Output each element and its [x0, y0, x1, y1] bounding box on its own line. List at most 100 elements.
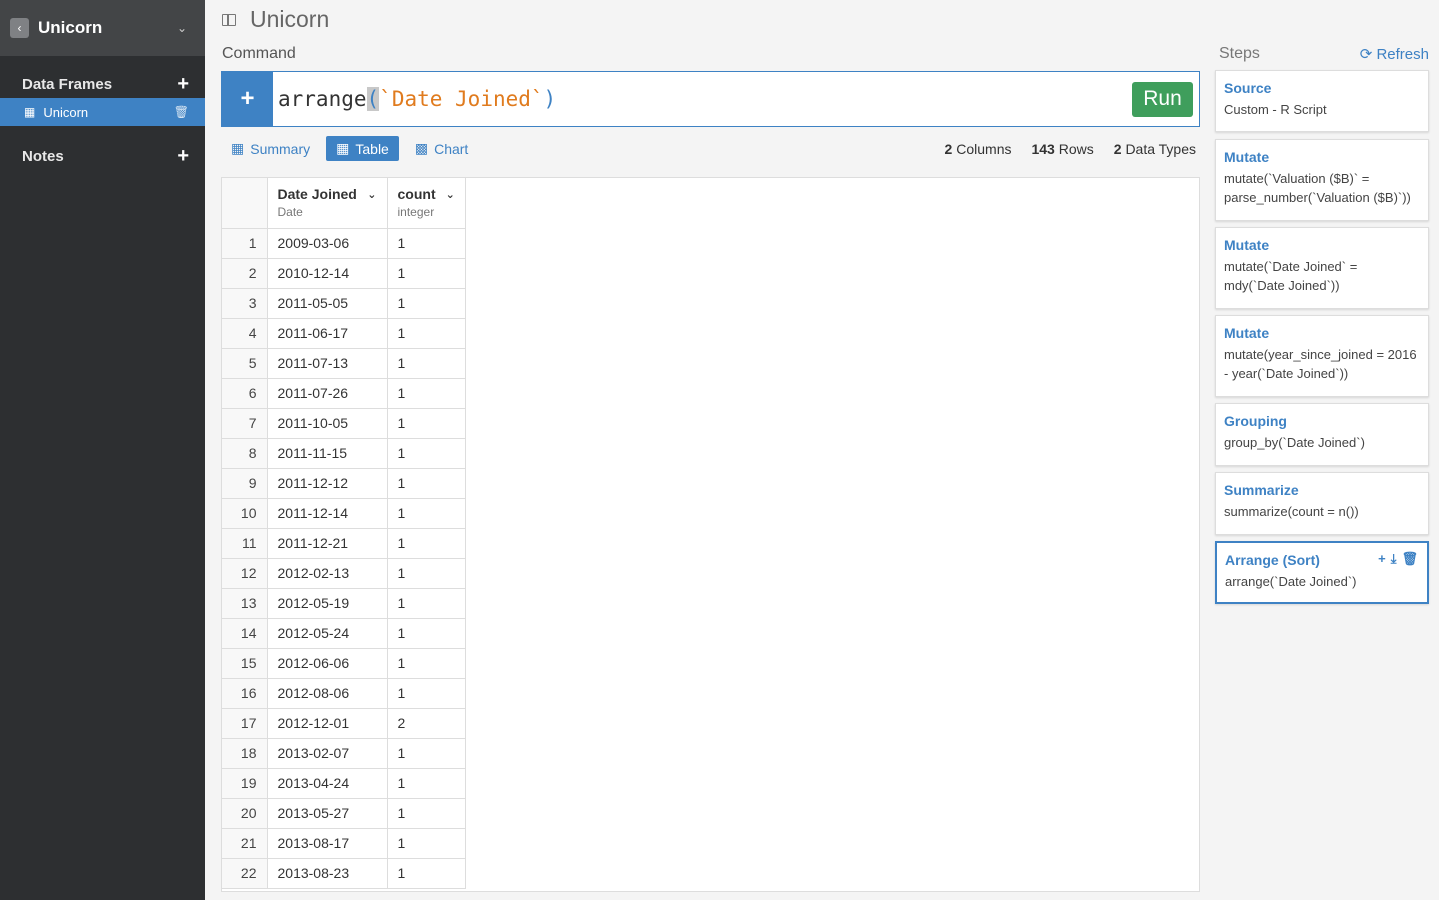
table-cell[interactable]: 1: [387, 408, 465, 438]
table-cell[interactable]: 2011-12-21: [267, 528, 387, 558]
command-bar: + arrange(`Date Joined`) Run: [221, 71, 1200, 127]
table-cell[interactable]: 1: [387, 348, 465, 378]
table-cell[interactable]: 2012-06-06: [267, 648, 387, 678]
table-row: 132012-05-191: [222, 588, 465, 618]
table-cell[interactable]: 1: [387, 798, 465, 828]
column-name: count: [398, 186, 436, 202]
table-cell[interactable]: 1: [387, 558, 465, 588]
table-cell[interactable]: 1: [387, 468, 465, 498]
table-cell[interactable]: 2012-02-13: [267, 558, 387, 588]
table-cell[interactable]: 2: [387, 708, 465, 738]
step-card[interactable]: Mutate mutate(year_since_joined = 2016 -…: [1215, 315, 1429, 397]
step-code: mutate(`Valuation ($B)` = parse_number(`…: [1224, 169, 1420, 207]
command-input[interactable]: arrange(`Date Joined`): [278, 87, 1132, 111]
add-icon[interactable]: +: [1378, 551, 1386, 567]
table-cell[interactable]: 1: [387, 378, 465, 408]
step-card[interactable]: Grouping group_by(`Date Joined`): [1215, 403, 1429, 466]
table-cell[interactable]: 1: [387, 318, 465, 348]
table-cell[interactable]: 1: [387, 228, 465, 258]
table-cell[interactable]: 2012-12-01: [267, 708, 387, 738]
notes-label: Notes: [22, 148, 64, 165]
trash-icon[interactable]: 🗑: [1401, 551, 1418, 567]
table-cell[interactable]: 1: [387, 618, 465, 648]
column-header-date-joined[interactable]: Date Joined⌄ Date: [267, 178, 387, 228]
table-row: 142012-05-241: [222, 618, 465, 648]
row-index: 6: [222, 378, 267, 408]
project-header[interactable]: ‹ Unicorn ⌄: [0, 0, 205, 56]
table-cell[interactable]: 1: [387, 528, 465, 558]
row-index: 5: [222, 348, 267, 378]
table-cell[interactable]: 1: [387, 768, 465, 798]
step-card[interactable]: Mutate mutate(`Valuation ($B)` = parse_n…: [1215, 139, 1429, 221]
table-cell[interactable]: 2013-08-23: [267, 858, 387, 888]
table-cell[interactable]: 2011-12-14: [267, 498, 387, 528]
table-row: 112011-12-211: [222, 528, 465, 558]
step-name: Mutate: [1224, 325, 1420, 341]
add-step-button[interactable]: +: [222, 72, 273, 126]
chevron-down-icon[interactable]: ⌄: [177, 21, 187, 35]
view-tabs: ▦ Summary ▦ Table ▩ Chart: [221, 136, 478, 161]
step-card[interactable]: Summarize summarize(count = n()): [1215, 472, 1429, 535]
table-icon: ▦: [336, 140, 349, 157]
table-cell[interactable]: 2011-07-26: [267, 378, 387, 408]
row-index: 12: [222, 558, 267, 588]
table-cell[interactable]: 2013-02-07: [267, 738, 387, 768]
table-cell[interactable]: 1: [387, 648, 465, 678]
table-cell[interactable]: 2013-08-17: [267, 828, 387, 858]
table-cell[interactable]: 1: [387, 738, 465, 768]
command-label: Command: [222, 45, 296, 63]
table-cell[interactable]: 1: [387, 258, 465, 288]
table-cell[interactable]: 2011-12-12: [267, 468, 387, 498]
page-title: Unicorn: [222, 6, 329, 33]
table-cell[interactable]: 2009-03-06: [267, 228, 387, 258]
table-cell[interactable]: 1: [387, 498, 465, 528]
table-row: 222013-08-231: [222, 858, 465, 888]
back-icon[interactable]: ‹: [10, 18, 29, 38]
table-cell[interactable]: 1: [387, 828, 465, 858]
table-cell[interactable]: 2012-05-24: [267, 618, 387, 648]
table-cell[interactable]: 2011-10-05: [267, 408, 387, 438]
command-function: arrange: [278, 87, 367, 111]
column-header-count[interactable]: count⌄ integer: [387, 178, 465, 228]
add-note-icon[interactable]: +: [177, 145, 189, 168]
row-index: 10: [222, 498, 267, 528]
refresh-button[interactable]: ⟳ Refresh: [1360, 45, 1429, 63]
tab-summary[interactable]: ▦ Summary: [221, 136, 320, 161]
row-index: 8: [222, 438, 267, 468]
table-cell[interactable]: 2013-05-27: [267, 798, 387, 828]
step-card-active[interactable]: + ⤓ 🗑 Arrange (Sort) arrange(`Date Joine…: [1215, 541, 1429, 604]
table-cell[interactable]: 1: [387, 678, 465, 708]
table-cell[interactable]: 2011-05-05: [267, 288, 387, 318]
refresh-icon: ⟳: [1360, 46, 1373, 63]
table-cell[interactable]: 2013-04-24: [267, 768, 387, 798]
table-cell[interactable]: 1: [387, 858, 465, 888]
add-data-frame-icon[interactable]: +: [177, 73, 189, 96]
tab-chart[interactable]: ▩ Chart: [405, 136, 478, 161]
table-row: 182013-02-071: [222, 738, 465, 768]
table-cell[interactable]: 1: [387, 438, 465, 468]
table-cell[interactable]: 2011-11-15: [267, 438, 387, 468]
step-card[interactable]: Source Custom - R Script: [1215, 70, 1429, 132]
trash-icon[interactable]: 🗑: [174, 105, 189, 119]
chevron-down-icon[interactable]: ⌄: [446, 188, 455, 201]
table-cell[interactable]: 2012-05-19: [267, 588, 387, 618]
table-cell[interactable]: 2011-06-17: [267, 318, 387, 348]
row-index: 14: [222, 618, 267, 648]
tab-table[interactable]: ▦ Table: [326, 136, 399, 161]
table-cell[interactable]: 2012-08-06: [267, 678, 387, 708]
download-icon[interactable]: ⤓: [1391, 551, 1397, 567]
step-name: Mutate: [1224, 149, 1420, 165]
chevron-down-icon[interactable]: ⌄: [367, 188, 376, 201]
step-card[interactable]: Mutate mutate(`Date Joined` = mdy(`Date …: [1215, 227, 1429, 309]
row-index: 11: [222, 528, 267, 558]
table-cell[interactable]: 2011-07-13: [267, 348, 387, 378]
table-cell[interactable]: 1: [387, 288, 465, 318]
panel-toggle-icon[interactable]: [222, 14, 236, 26]
sidebar-item-unicorn[interactable]: ▦ Unicorn 🗑: [0, 98, 205, 126]
step-name: Mutate: [1224, 237, 1420, 253]
table-cell[interactable]: 1: [387, 588, 465, 618]
table-cell[interactable]: 2010-12-14: [267, 258, 387, 288]
run-button[interactable]: Run: [1132, 82, 1193, 117]
row-index-header: [222, 178, 267, 228]
row-index: 19: [222, 768, 267, 798]
